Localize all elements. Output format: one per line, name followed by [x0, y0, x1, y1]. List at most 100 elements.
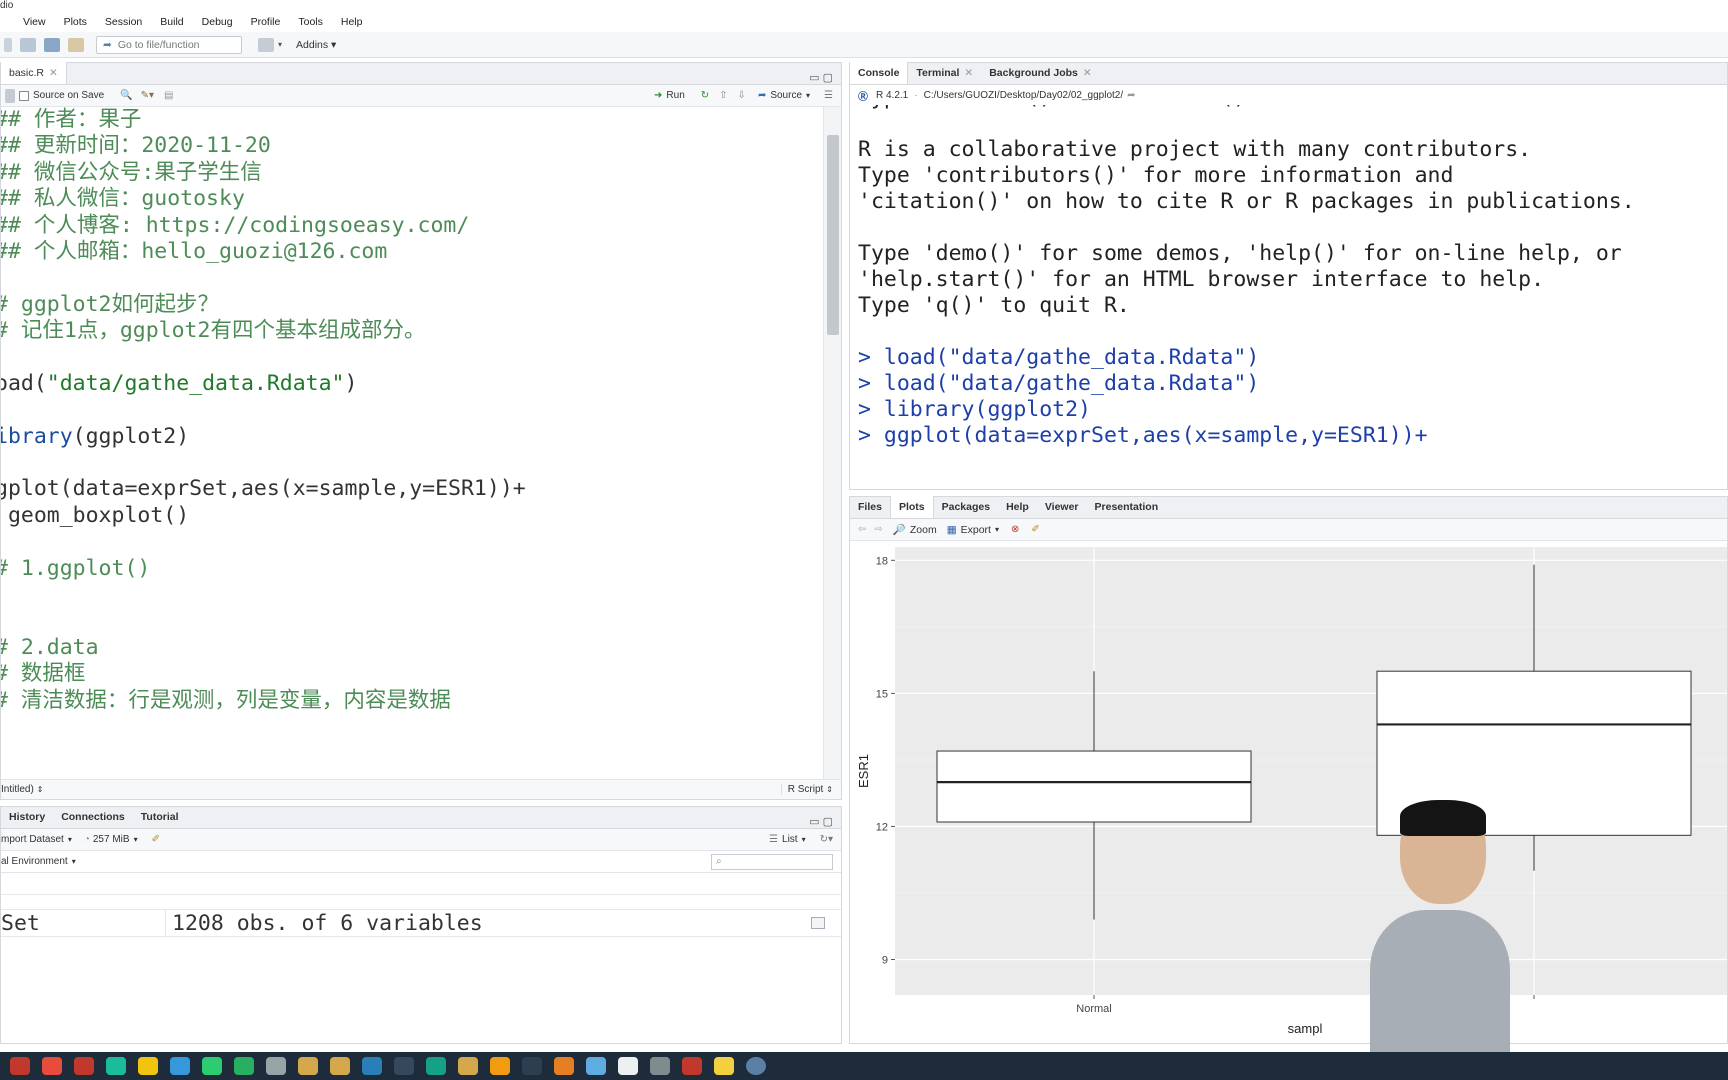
- list-view-button[interactable]: List: [782, 834, 798, 845]
- source-button[interactable]: Source: [770, 90, 802, 101]
- tab-presentation[interactable]: Presentation: [1087, 496, 1167, 518]
- app-icon[interactable]: [618, 1057, 638, 1075]
- wand-icon[interactable]: ✎▾: [141, 90, 154, 101]
- refresh-icon[interactable]: ↻▾: [820, 834, 833, 845]
- menu-plots[interactable]: Plots: [55, 16, 96, 28]
- code-area[interactable]: ## 作者：果子 ## 更新时间：2020-11-20 ## 微信公众号:果子学生信…: [1, 107, 823, 779]
- app-icon[interactable]: [298, 1057, 318, 1075]
- tab-terminal[interactable]: Terminal ✕: [908, 62, 981, 84]
- tab-history[interactable]: History: [1, 806, 53, 828]
- close-icon[interactable]: ✕: [1083, 67, 1092, 79]
- app-icon[interactable]: [234, 1057, 254, 1075]
- menu-build[interactable]: Build: [151, 16, 192, 28]
- app-icon[interactable]: [458, 1057, 478, 1075]
- app-icon[interactable]: [10, 1057, 30, 1075]
- app-icon[interactable]: [554, 1057, 574, 1075]
- source-on-save-checkbox[interactable]: [19, 90, 29, 101]
- app-icon[interactable]: [426, 1057, 446, 1075]
- zoom-button[interactable]: 🔎 Zoom: [893, 523, 937, 537]
- app-icon[interactable]: [106, 1057, 126, 1075]
- goto-placeholder: Go to file/function: [117, 38, 200, 51]
- app-icon[interactable]: [266, 1057, 286, 1075]
- app-icon[interactable]: [74, 1057, 94, 1075]
- run-button[interactable]: Run: [666, 90, 684, 101]
- import-dataset-button[interactable]: mport Dataset: [1, 834, 64, 845]
- scope-status[interactable]: Intitled): [1, 784, 34, 795]
- remove-plot-icon[interactable]: ⊗: [1011, 524, 1019, 535]
- up-icon[interactable]: ⇧: [719, 90, 727, 101]
- close-icon[interactable]: ✕: [964, 67, 973, 79]
- tab-console[interactable]: Console: [850, 62, 909, 84]
- environment-scope-select[interactable]: al Environment: [1, 856, 68, 867]
- menu-profile[interactable]: Profile: [242, 16, 290, 28]
- app-icon[interactable]: [490, 1057, 510, 1075]
- menu-session[interactable]: Session: [96, 16, 151, 28]
- goto-file-input[interactable]: ➦ Go to file/function: [96, 35, 242, 54]
- tab-files[interactable]: Files: [850, 496, 890, 518]
- app-icon[interactable]: [362, 1057, 382, 1075]
- search-icon[interactable]: 🔍: [120, 90, 132, 101]
- forward-arrow-icon[interactable]: ⇨: [874, 524, 882, 535]
- table-view-icon[interactable]: [811, 917, 825, 929]
- scrollbar-thumb[interactable]: [827, 135, 839, 335]
- minimize-icon[interactable]: ▭ ▢: [809, 71, 833, 84]
- app-icon[interactable]: [330, 1057, 350, 1075]
- folder-icon[interactable]: [138, 1057, 158, 1075]
- new-file-icon[interactable]: [4, 37, 12, 52]
- file-type-status[interactable]: R Script: [780, 784, 823, 795]
- app-icon[interactable]: [586, 1057, 606, 1075]
- addins-menu[interactable]: Addins ▾: [296, 39, 336, 51]
- outline-icon[interactable]: ☰: [824, 90, 833, 101]
- r-app-icon[interactable]: [746, 1057, 766, 1075]
- tab-background-jobs[interactable]: Background Jobs ✕: [981, 62, 1100, 84]
- page-icon[interactable]: ▤: [164, 90, 173, 101]
- chevron-down-icon[interactable]: ▾: [68, 835, 72, 844]
- chevron-updown-icon[interactable]: ⇕: [37, 785, 44, 794]
- grid-layout-icon[interactable]: [258, 37, 274, 52]
- goto-dir-icon[interactable]: ➦: [1127, 90, 1135, 101]
- chevron-down-icon[interactable]: ▾: [278, 40, 282, 49]
- tab-packages[interactable]: Packages: [934, 496, 998, 518]
- tab-connections[interactable]: Connections: [53, 806, 133, 828]
- menu-help[interactable]: Help: [332, 16, 372, 28]
- menu-view[interactable]: View: [14, 16, 55, 28]
- tab-help[interactable]: Help: [998, 496, 1037, 518]
- app-icon[interactable]: [682, 1057, 702, 1075]
- save-icon[interactable]: [5, 88, 15, 103]
- print-icon[interactable]: [68, 37, 84, 52]
- chevron-updown-icon[interactable]: ⇕: [826, 785, 833, 794]
- chevron-down-icon[interactable]: ▾: [806, 91, 810, 100]
- tab-plots[interactable]: Plots: [889, 496, 934, 518]
- rerun-icon[interactable]: ↻: [701, 90, 709, 101]
- env-search-input[interactable]: ⌕: [711, 853, 833, 870]
- editor-scrollbar[interactable]: [823, 107, 841, 779]
- menu-debug[interactable]: Debug: [193, 16, 242, 28]
- app-icon[interactable]: [522, 1057, 542, 1075]
- app-icon[interactable]: [650, 1057, 670, 1075]
- env-row[interactable]: Set 1208 obs. of 6 variables: [1, 909, 841, 937]
- working-directory[interactable]: C:/Users/GUOZI/Desktop/Day02/02_ggplot2/: [924, 90, 1124, 101]
- save-icon[interactable]: [20, 37, 36, 52]
- tab-tutorial[interactable]: Tutorial: [133, 806, 187, 828]
- menu-tools[interactable]: Tools: [289, 16, 332, 28]
- console-output[interactable]: Type 'license()' or 'licence()' for dist…: [850, 105, 1727, 489]
- close-icon[interactable]: ✕: [49, 67, 58, 79]
- tab-basic-r[interactable]: basic.R ✕: [1, 62, 67, 84]
- broom-icon[interactable]: ✐: [1031, 524, 1039, 535]
- app-icon[interactable]: [170, 1057, 190, 1075]
- broom-icon[interactable]: ✐: [152, 834, 160, 845]
- chevron-down-icon[interactable]: ▾: [134, 835, 138, 844]
- app-icon[interactable]: [394, 1057, 414, 1075]
- app-icon[interactable]: [42, 1057, 62, 1075]
- chevron-down-icon[interactable]: ▾: [72, 857, 76, 866]
- down-icon[interactable]: ⇩: [738, 90, 746, 101]
- app-icon[interactable]: [714, 1057, 734, 1075]
- memory-usage[interactable]: 257 MiB: [93, 834, 130, 845]
- chevron-down-icon[interactable]: ▾: [802, 835, 806, 844]
- save-all-icon[interactable]: [44, 37, 60, 52]
- minimize-icon[interactable]: ▭ ▢: [809, 815, 833, 828]
- wechat-icon[interactable]: [202, 1057, 222, 1075]
- export-button[interactable]: ▦ Export ▾: [947, 524, 999, 536]
- back-arrow-icon[interactable]: ⇦: [858, 524, 866, 535]
- tab-viewer[interactable]: Viewer: [1037, 496, 1087, 518]
